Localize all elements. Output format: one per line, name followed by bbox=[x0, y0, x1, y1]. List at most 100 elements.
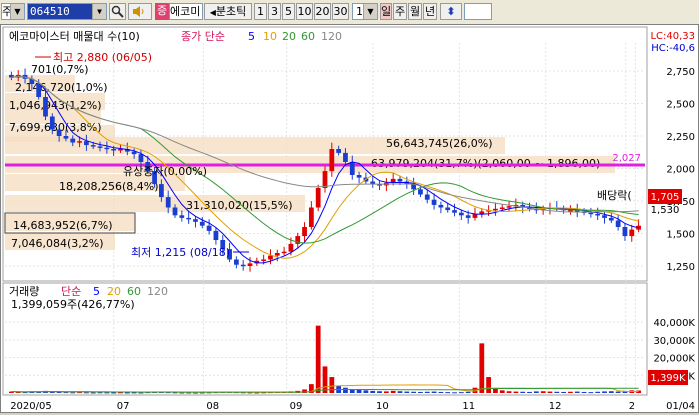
lc-label: LC:40,33 bbox=[650, 31, 695, 42]
time-tick-label: 11 bbox=[462, 401, 475, 412]
hc-label: HC:-40,6 bbox=[651, 43, 695, 54]
unit-day-label: 일 bbox=[381, 5, 392, 18]
ma-5-label: 5 bbox=[248, 30, 255, 43]
candle-body bbox=[104, 147, 110, 150]
volume-profile-label: 18,208,256(8,4%) bbox=[59, 180, 159, 193]
volume-bar bbox=[574, 391, 580, 393]
stock-code-value: 064510 bbox=[30, 5, 70, 18]
stock-name-value: 에코미 bbox=[170, 5, 201, 18]
stock-name-field[interactable]: 에코미 bbox=[169, 3, 203, 20]
price-tick-label: 2,750 bbox=[666, 67, 695, 78]
volume-bar bbox=[97, 392, 103, 394]
volume-bar bbox=[431, 391, 437, 393]
volume-tick-label: 20,000K bbox=[653, 354, 695, 365]
current-volume-text: 1,399K bbox=[650, 373, 686, 384]
volume-bar bbox=[615, 391, 621, 393]
volume-bar bbox=[540, 391, 546, 393]
volume-bar bbox=[595, 391, 601, 393]
time-tick-label: 07 bbox=[117, 401, 130, 412]
unit-year-button[interactable]: 년 bbox=[423, 3, 437, 20]
candle-body bbox=[356, 175, 362, 178]
candle-body bbox=[247, 263, 253, 266]
candle-body bbox=[84, 141, 89, 146]
volume-tick-label: 30,000K bbox=[653, 336, 695, 347]
volume-bar bbox=[458, 392, 464, 394]
price-tick-label: 1,500 bbox=[666, 230, 695, 241]
volume-profile-label: 31,310,020(15,5%) bbox=[186, 199, 293, 212]
extra-field[interactable] bbox=[464, 3, 492, 20]
chart-area: 2,7502,5002,2502,0001,7501,5001,25040,00… bbox=[0, 24, 699, 413]
candle-body bbox=[506, 206, 512, 208]
rights-issue-label: 유상증자(0.00%) bbox=[123, 165, 207, 178]
volume-bar bbox=[63, 392, 69, 394]
period-10-button[interactable]: 10 bbox=[296, 3, 313, 20]
period-20-button[interactable]: 20 bbox=[314, 3, 331, 20]
volume-bar bbox=[608, 391, 614, 393]
volume-value: 1,399,059주(426,77%) bbox=[11, 298, 135, 311]
high-label: 최고 2,880 (06/05) bbox=[53, 51, 152, 64]
search-button[interactable] bbox=[109, 3, 126, 20]
period-30-button[interactable]: 30 bbox=[332, 3, 349, 20]
period-1-button[interactable]: 1 bbox=[254, 3, 267, 20]
toolbar: 주 ▼ 064510 ▼ 증 에코미 ◀분초틱 1 3 5 10 20 30 1 ▼ … bbox=[0, 0, 699, 25]
volume-bar bbox=[138, 392, 144, 394]
volume-bar bbox=[465, 391, 471, 393]
candle-body bbox=[268, 255, 273, 260]
stock-code-input[interactable]: 064510 ▼ bbox=[27, 3, 107, 20]
vma-5-label: 5 bbox=[93, 285, 100, 298]
unit-week-button[interactable]: 주 bbox=[393, 3, 407, 20]
chart-canvas[interactable]: 2,7502,5002,2502,0001,7501,5001,25040,00… bbox=[1, 25, 698, 412]
up-down-arrow-icon: ⬍ bbox=[446, 5, 456, 18]
period-tick-button[interactable]: ◀분초틱 bbox=[204, 3, 252, 20]
vma-60-label: 60 bbox=[127, 285, 141, 298]
volume-bar bbox=[520, 391, 526, 393]
candle-body bbox=[452, 210, 457, 213]
unit-month-button[interactable]: 월 bbox=[408, 3, 422, 20]
candle-body bbox=[622, 227, 628, 237]
volume-bar bbox=[322, 366, 328, 393]
unit-week-label: 주 bbox=[394, 5, 406, 18]
volume-bar bbox=[70, 392, 76, 394]
price-tick-label: 1,250 bbox=[666, 262, 695, 273]
candle-body bbox=[493, 208, 498, 211]
candle-body bbox=[288, 243, 294, 252]
candle-body bbox=[261, 259, 267, 261]
volume-bar bbox=[568, 391, 573, 393]
unit-day-button[interactable]: 일 bbox=[380, 3, 392, 20]
current-price-text: 1,705 bbox=[651, 192, 680, 203]
volume-bar bbox=[329, 377, 335, 393]
stock-tag: 증 bbox=[155, 3, 169, 20]
vma-120-label: 120 bbox=[147, 285, 168, 298]
volume-bar bbox=[602, 391, 607, 393]
period-10-label: 10 bbox=[297, 5, 312, 18]
period-3-button[interactable]: 3 bbox=[268, 3, 281, 20]
time-tick-label: 2020/05 bbox=[10, 401, 52, 412]
updown-button[interactable]: ⬍ bbox=[440, 3, 462, 20]
ma-20-label: 20 bbox=[282, 30, 296, 43]
candle-body bbox=[43, 97, 48, 117]
volume-profile-label: 56,643,745(26,0%) bbox=[386, 137, 493, 150]
time-tick-label: 10 bbox=[376, 401, 389, 412]
volume-bar bbox=[561, 391, 566, 393]
candle-body bbox=[418, 189, 423, 195]
chevron-down-icon: ▼ bbox=[10, 4, 24, 19]
ma-10-label: 10 bbox=[263, 30, 277, 43]
candle-body bbox=[240, 264, 246, 267]
candle-body bbox=[213, 230, 219, 240]
speaker-button[interactable] bbox=[128, 3, 152, 20]
candle-body bbox=[186, 217, 192, 220]
interval-select[interactable]: 1 ▼ bbox=[352, 3, 378, 20]
price-tick-label: 2,250 bbox=[666, 132, 695, 143]
candle-body bbox=[445, 207, 451, 211]
ma-60-label: 60 bbox=[301, 30, 315, 43]
volume-profile-label: 14,683,952(6,7%) bbox=[13, 219, 113, 232]
chevron-down-icon: ▼ bbox=[363, 4, 377, 19]
market-select[interactable]: 주 ▼ bbox=[1, 3, 25, 20]
speaker-icon bbox=[133, 6, 144, 17]
candle-body bbox=[329, 149, 335, 172]
candle-body bbox=[458, 212, 464, 216]
chevron-down-icon: ▼ bbox=[92, 4, 106, 19]
candle-body bbox=[595, 214, 601, 216]
candle-body bbox=[90, 145, 96, 147]
period-5-button[interactable]: 5 bbox=[282, 3, 295, 20]
